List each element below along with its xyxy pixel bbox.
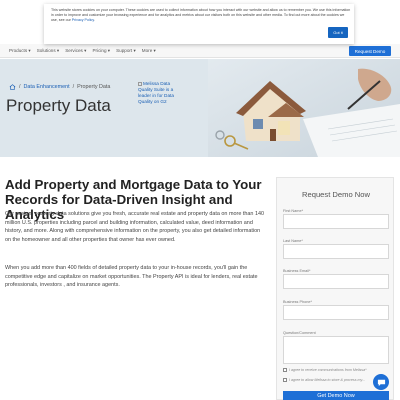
phone-label: Business Phone* (283, 300, 312, 304)
nav-item-support[interactable]: Support ▾ (116, 48, 136, 54)
breadcrumb: / Data Enhancement / Property Data (9, 84, 110, 90)
consent-communications-checkbox[interactable] (283, 368, 287, 372)
main-nav: Products ▾ Solutions ▾ Services ▾ Pricin… (0, 44, 400, 58)
comment-textarea[interactable] (283, 336, 389, 364)
consent-storage-label: I agree to allow Melissa to store & proc… (289, 378, 366, 382)
g2-badge-alt-text: Melissa Data Quality Suite is a leader i… (138, 81, 174, 104)
nav-item-solutions[interactable]: Solutions ▾ (37, 48, 60, 54)
intro-paragraph: Our custom property data solutions give … (5, 211, 265, 243)
consent-communications[interactable]: I agree to receive communications from M… (283, 368, 367, 372)
first-name-label: First Name* (283, 209, 304, 213)
last-name-field[interactable] (283, 244, 389, 259)
nav-item-pricing[interactable]: Pricing ▾ (92, 48, 110, 54)
first-name-field[interactable] (283, 214, 389, 229)
breadcrumb-current: Property Data (77, 84, 111, 90)
nav-item-services[interactable]: Services ▾ (65, 48, 86, 54)
cookie-text: This website stores cookies on your comp… (51, 8, 351, 22)
api-paragraph: When you add more than 400 fields of det… (5, 265, 258, 288)
form-title: Request Demo Now (302, 190, 370, 199)
consent-storage[interactable]: I agree to allow Melissa to store & proc… (283, 378, 365, 382)
consent-communications-label: I agree to receive communications from M… (289, 368, 367, 372)
last-name-label: Last Name* (283, 239, 303, 243)
get-demo-button[interactable]: Get Demo Now (283, 391, 389, 400)
chat-icon (377, 379, 385, 386)
breadcrumb-separator: / (72, 84, 75, 90)
broken-image-icon (138, 81, 142, 86)
request-demo-button[interactable]: Request Demo (349, 46, 391, 56)
cookie-banner: This website stores cookies on your comp… (44, 4, 354, 44)
house-keys-photo (208, 59, 400, 157)
email-label: Business Email* (283, 269, 311, 273)
home-icon[interactable] (9, 84, 16, 90)
chat-button[interactable] (373, 374, 389, 390)
nav-menu: Products ▾ Solutions ▾ Services ▾ Pricin… (9, 48, 156, 54)
phone-field[interactable] (283, 305, 389, 320)
g2-badge-image[interactable]: Melissa Data Quality Suite is a leader i… (138, 81, 182, 105)
got-it-button[interactable]: Got it (328, 27, 348, 38)
privacy-policy-link[interactable]: Privacy Policy (72, 18, 94, 22)
comment-label: Question/Comment (283, 331, 316, 335)
nav-item-products[interactable]: Products ▾ (9, 48, 31, 54)
breadcrumb-data-enhancement[interactable]: Data Enhancement (24, 84, 70, 90)
email-field[interactable] (283, 274, 389, 289)
breadcrumb-separator: / (19, 84, 21, 90)
page-title: Property Data (6, 96, 111, 115)
request-demo-form: Request Demo Now First Name* Last Name* … (276, 177, 394, 400)
cookie-message: This website stores cookies on your comp… (51, 8, 351, 22)
consent-storage-checkbox[interactable] (283, 378, 287, 382)
nav-item-more[interactable]: More ▾ (142, 48, 156, 54)
